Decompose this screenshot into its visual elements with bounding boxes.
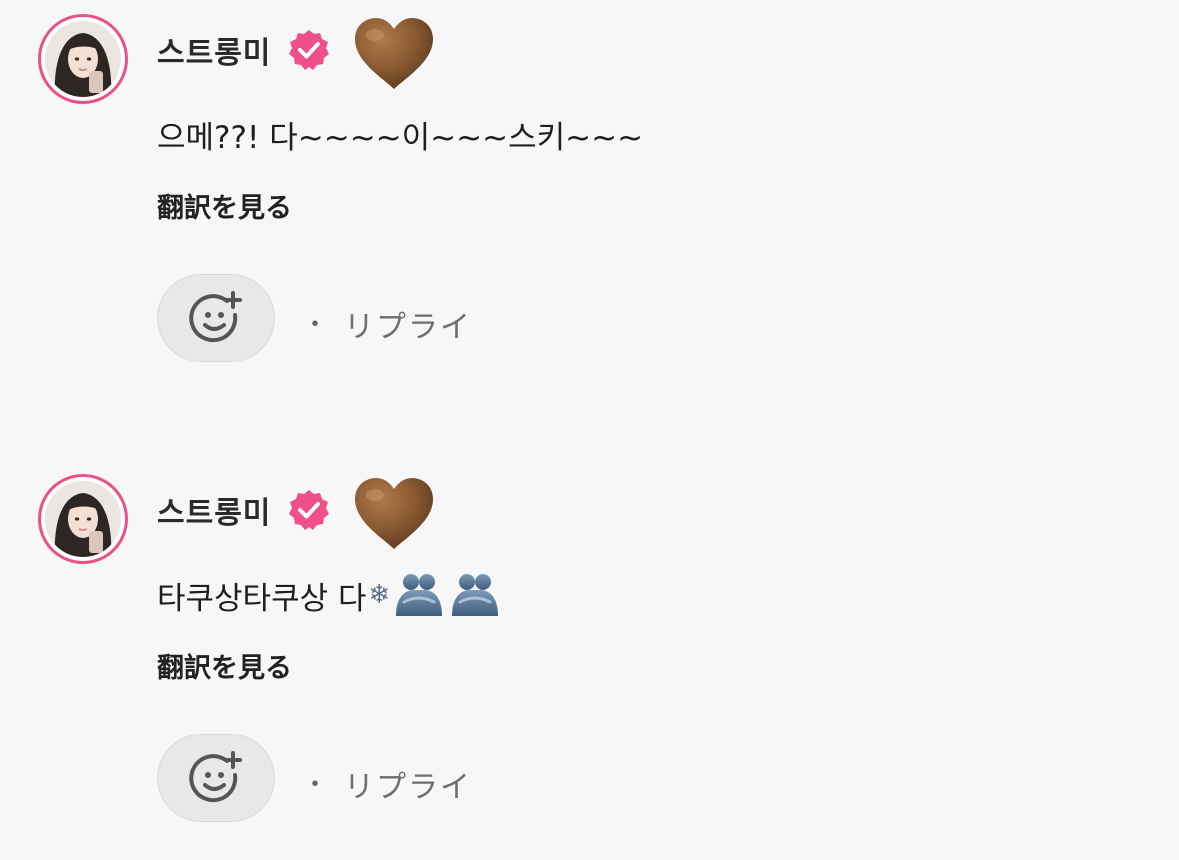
brown-heart-icon: [355, 18, 434, 89]
add-reaction-button[interactable]: [157, 274, 275, 362]
avatar-image: [45, 21, 121, 97]
comment-item: 스트롱미 타쿠상타쿠상 다 ❄ 翻訳を見る ・ リプライ: [0, 460, 1179, 860]
reply-button[interactable]: リプライ: [344, 302, 472, 346]
comment-text: 으메??! 다~~~~이~~~스키~~~: [157, 112, 643, 157]
reply-button[interactable]: リプライ: [344, 762, 472, 806]
see-translation-link[interactable]: 翻訳を見る: [157, 646, 292, 685]
add-reaction-icon: [189, 291, 242, 343]
verified-badge-icon: [289, 490, 330, 530]
comment-header: 스트롱미: [157, 18, 437, 89]
verified-badge-icon: [289, 30, 330, 70]
separator-dot: ・: [302, 310, 329, 340]
comment-text-content: 타쿠상타쿠상 다: [157, 580, 367, 617]
brown-heart-icon: [355, 478, 434, 549]
add-reaction-button[interactable]: [157, 734, 275, 822]
avatar-image: [45, 481, 121, 557]
comment-text-content: 으메??! 다~~~~이~~~스키~~~: [157, 120, 644, 156]
snowflake-icon: ❄: [368, 580, 391, 610]
username[interactable]: 스트롱미: [157, 28, 271, 72]
username[interactable]: 스트롱미: [157, 488, 271, 532]
avatar[interactable]: [38, 14, 128, 104]
comment-item: 스트롱미 으메??! 다~~~~이~~~스키~~~ 翻訳を見る ・ リプライ: [0, 0, 1179, 400]
avatar[interactable]: [38, 474, 128, 564]
add-reaction-icon: [189, 751, 242, 803]
people-hugging-icon: [396, 574, 443, 616]
comment-header: 스트롱미: [157, 478, 437, 549]
comment-text: 타쿠상타쿠상 다 ❄: [157, 572, 502, 618]
see-translation-link[interactable]: 翻訳を見る: [157, 186, 292, 225]
separator-dot: ・: [302, 770, 329, 800]
people-hugging-icon: [452, 574, 499, 616]
